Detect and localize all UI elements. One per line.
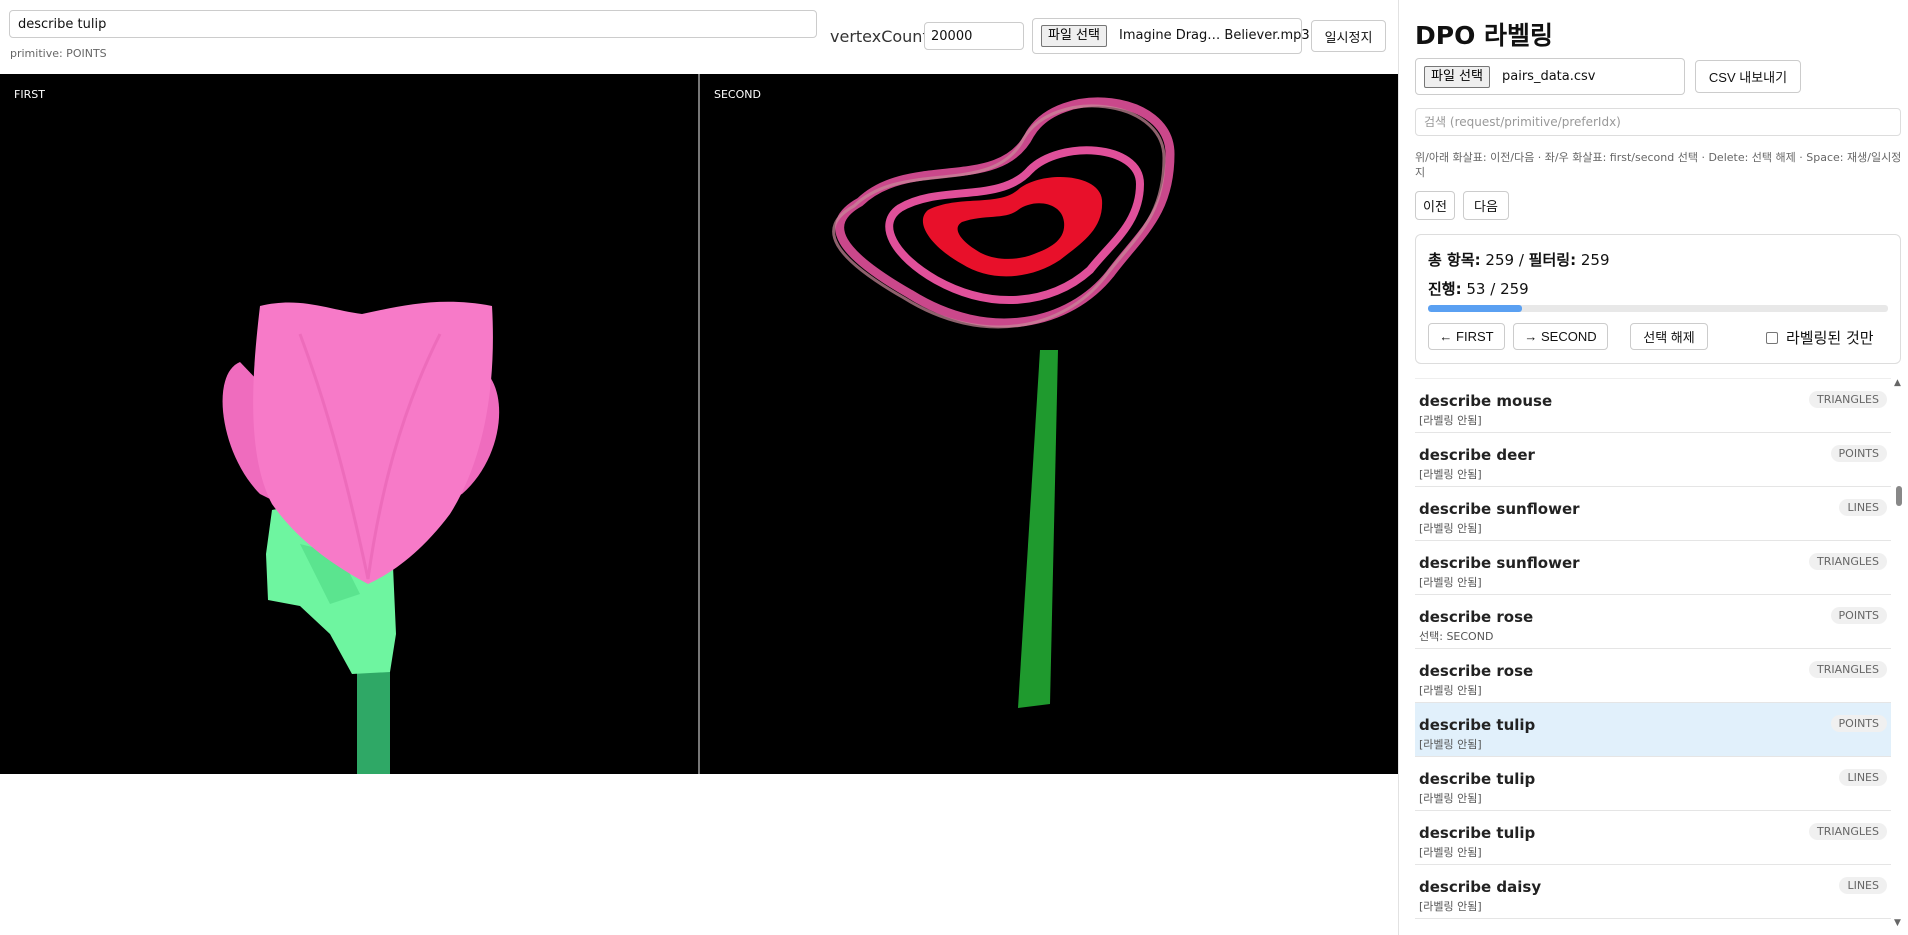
pairs-list: describe mouse [라벨링 안됨] TRIANGLES describe …: [1415, 378, 1891, 928]
list-item[interactable]: describe daisy [라벨링 안됨] LINES: [1415, 865, 1891, 919]
total-label: 총 항목:: [1428, 251, 1481, 269]
list-item[interactable]: describe rose [라벨링 안됨] TRIANGLES: [1415, 649, 1891, 703]
primitive-badge: TRIANGLES: [1809, 823, 1887, 840]
primitive-badge: TRIANGLES: [1809, 553, 1887, 570]
item-status: [라벨링 안됨]: [1419, 414, 1482, 427]
item-status: [라벨링 안됨]: [1419, 738, 1482, 751]
audio-file-button[interactable]: 파일 선택: [1041, 25, 1107, 47]
primitive-badge: POINTS: [1830, 445, 1887, 462]
vertex-count-label: vertexCount: [830, 27, 929, 46]
primitive-badge: LINES: [1839, 499, 1887, 516]
request-input[interactable]: [9, 10, 817, 38]
list-item[interactable]: describe rose 선택: SECOND POINTS: [1415, 595, 1891, 649]
list-item[interactable]: describe mouse [라벨링 안됨] TRIANGLES: [1415, 379, 1891, 433]
list-item[interactable]: describe sunflower [라벨링 안됨] TRIANGLES: [1415, 541, 1891, 595]
item-title: describe tulip: [1419, 770, 1536, 788]
item-title: describe tulip: [1419, 716, 1536, 734]
only-labeled-label: 라벨링된 것만: [1786, 329, 1874, 347]
item-title: describe deer: [1419, 446, 1535, 464]
second-label: SECOND: [714, 88, 761, 101]
vertex-count-input[interactable]: [924, 22, 1024, 50]
scroll-down-arrow-icon[interactable]: ▼: [1894, 918, 1901, 928]
first-viewport[interactable]: FIRST: [0, 74, 698, 774]
item-title: describe mouse: [1419, 392, 1553, 410]
scroll-up-arrow-icon[interactable]: ▲: [1894, 378, 1901, 388]
primitive-label: primitive: POINTS: [10, 47, 107, 60]
item-status: [라벨링 안됨]: [1419, 684, 1482, 697]
keyboard-hint: 위/아래 화살표: 이전/다음 · 좌/우 화살표: first/second …: [1415, 151, 1902, 179]
item-status: [라벨링 안됨]: [1419, 468, 1482, 481]
panel-title: DPO 라벨링: [1415, 21, 1554, 50]
list-item[interactable]: describe sunflower [라벨링 안됨] LINES: [1415, 487, 1891, 541]
app-root: primitive: POINTS vertexCount 파일 선택 Imag…: [0, 0, 1908, 935]
item-title: describe tulip: [1419, 824, 1536, 842]
filtered-label: 필터링:: [1528, 251, 1577, 269]
csv-file-name: pairs_data.csv: [1502, 69, 1596, 84]
clear-selection-button[interactable]: 선택 해제: [1630, 323, 1708, 350]
rose-render: [832, 97, 1175, 708]
csv-file-button[interactable]: 파일 선택: [1424, 66, 1490, 88]
progress-text: 53 / 259: [1466, 280, 1529, 298]
item-title: describe sunflower: [1419, 554, 1580, 572]
first-label: FIRST: [14, 88, 45, 101]
list-item[interactable]: describe tulip [라벨링 안됨] LINES: [1415, 757, 1891, 811]
item-status: [라벨링 안됨]: [1419, 522, 1482, 535]
only-labeled-checkbox[interactable]: [1766, 332, 1778, 344]
rose-stem: [1018, 350, 1058, 708]
list-item[interactable]: describe tulip [라벨링 안됨] POINTS: [1415, 703, 1891, 757]
primitive-badge: TRIANGLES: [1809, 391, 1887, 408]
stats-card: 총 항목: 259 / 필터링: 259 진행: 53 / 259 ← FIRS…: [1415, 234, 1901, 364]
second-viewport[interactable]: SECOND: [700, 74, 1398, 774]
progress-bar: [1428, 305, 1888, 312]
progress-line: 진행: 53 / 259: [1428, 278, 1529, 299]
item-title: describe rose: [1419, 662, 1534, 680]
next-button[interactable]: 다음: [1463, 191, 1509, 220]
tulip-stem: [357, 664, 390, 774]
primitive-badge: POINTS: [1830, 715, 1887, 732]
count-separator: /: [1518, 251, 1524, 269]
item-title: describe sunflower: [1419, 500, 1580, 518]
item-status: 선택: SECOND: [1419, 630, 1494, 643]
primitive-badge: LINES: [1839, 769, 1887, 786]
filtered-value: 259: [1580, 251, 1610, 269]
pause-button[interactable]: 일시정지: [1311, 20, 1386, 52]
search-input[interactable]: [1415, 108, 1901, 136]
list-item[interactable]: describe tulip [라벨링 안됨] TRIANGLES: [1415, 811, 1891, 865]
item-status: [라벨링 안됨]: [1419, 792, 1482, 805]
tulip-render: [222, 301, 500, 774]
list-item[interactable]: describe deer [라벨링 안됨] POINTS: [1415, 433, 1891, 487]
scroll-thumb[interactable]: [1896, 486, 1902, 506]
primitive-badge: LINES: [1839, 877, 1887, 894]
choose-second-button[interactable]: → SECOND: [1513, 323, 1608, 350]
progress-fill: [1428, 305, 1523, 312]
only-labeled-toggle[interactable]: 라벨링된 것만: [1766, 327, 1874, 348]
total-value: 259: [1485, 251, 1515, 269]
top-toolbar: primitive: POINTS vertexCount 파일 선택 Imag…: [0, 0, 1398, 74]
csv-file-picker[interactable]: 파일 선택 pairs_data.csv: [1415, 58, 1685, 95]
item-status: [라벨링 안됨]: [1419, 846, 1482, 859]
list-scrollbar[interactable]: ▲ ▼: [1893, 378, 1905, 928]
prev-button[interactable]: 이전: [1415, 191, 1455, 220]
item-title: describe rose: [1419, 608, 1534, 626]
item-status: [라벨링 안됨]: [1419, 576, 1482, 589]
count-line: 총 항목: 259 / 필터링: 259: [1428, 249, 1610, 270]
primitive-badge: POINTS: [1830, 607, 1887, 624]
item-title: describe daisy: [1419, 878, 1542, 896]
csv-export-button[interactable]: CSV 내보내기: [1695, 60, 1801, 93]
progress-label: 진행:: [1428, 280, 1462, 298]
labeling-panel: DPO 라벨링 파일 선택 pairs_data.csv CSV 내보내기 위/…: [1398, 0, 1908, 935]
audio-file-picker[interactable]: 파일 선택 Imagine Drag… Believer.mp3: [1032, 18, 1310, 54]
choose-first-button[interactable]: ← FIRST: [1428, 323, 1505, 350]
audio-file-name: Imagine Drag… Believer.mp3: [1119, 28, 1310, 43]
primitive-badge: TRIANGLES: [1809, 661, 1887, 678]
item-status: [라벨링 안됨]: [1419, 900, 1482, 913]
